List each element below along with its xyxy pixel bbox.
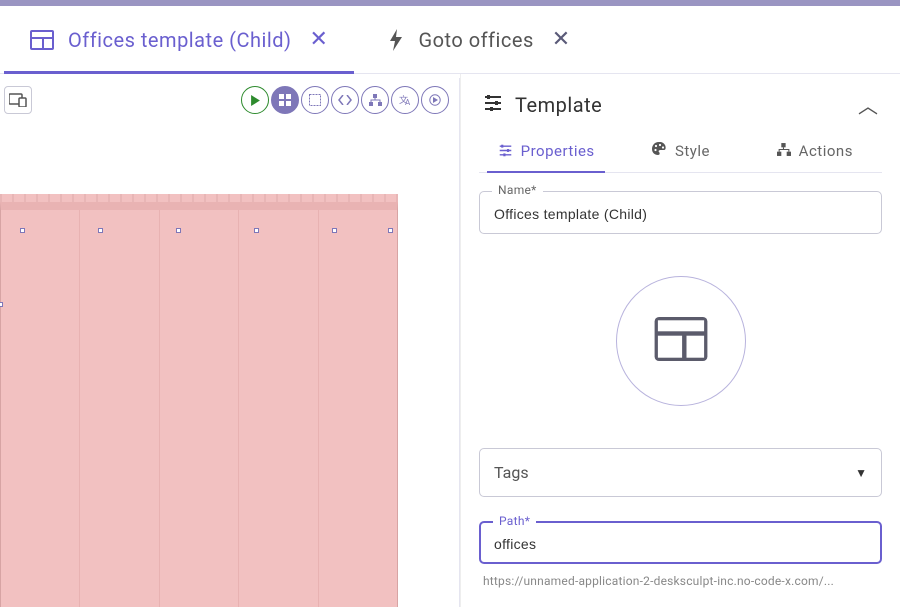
subtab-style[interactable]: Style bbox=[613, 133, 747, 172]
canvas-toolbar: 文A bbox=[241, 86, 449, 114]
name-input[interactable] bbox=[494, 206, 867, 222]
selected-container[interactable] bbox=[0, 202, 398, 607]
subtab-label: Actions bbox=[799, 142, 853, 160]
field-label: Name* bbox=[492, 183, 543, 197]
tune-icon bbox=[483, 94, 503, 116]
subtab-actions[interactable]: Actions bbox=[748, 133, 882, 172]
translate-button[interactable]: 文A bbox=[391, 86, 419, 114]
tags-label: Tags bbox=[494, 463, 529, 482]
tab-goto-offices[interactable]: Goto offices ✕ bbox=[358, 6, 600, 73]
panel-title: Template bbox=[515, 93, 846, 117]
path-input[interactable] bbox=[494, 536, 867, 552]
template-thumbnail[interactable] bbox=[616, 276, 746, 406]
name-field[interactable]: Name* bbox=[479, 191, 882, 234]
code-button[interactable] bbox=[331, 86, 359, 114]
forward-button[interactable] bbox=[421, 86, 449, 114]
grid-view-button[interactable] bbox=[271, 86, 299, 114]
palette-icon bbox=[651, 141, 667, 160]
tab-label: Goto offices bbox=[418, 28, 533, 52]
close-icon[interactable]: ✕ bbox=[306, 29, 333, 51]
panel-subtabs: Properties Style Actions bbox=[479, 133, 882, 173]
close-icon[interactable]: ✕ bbox=[548, 29, 575, 51]
path-url-hint: https://unnamed-application-2-desksculpt… bbox=[483, 574, 882, 588]
tags-field[interactable]: Tags ▼ bbox=[479, 448, 882, 497]
properties-panel: Template ︿ Properties Style Actions bbox=[460, 74, 900, 607]
actions-icon bbox=[777, 142, 791, 160]
responsive-preview-button[interactable] bbox=[4, 86, 32, 114]
hierarchy-button[interactable] bbox=[361, 86, 389, 114]
bounds-button[interactable] bbox=[301, 86, 329, 114]
subtab-label: Style bbox=[675, 142, 710, 160]
field-label: Path* bbox=[493, 514, 536, 528]
chevron-up-icon[interactable]: ︿ bbox=[858, 90, 878, 119]
template-icon bbox=[30, 30, 54, 50]
subtab-properties[interactable]: Properties bbox=[479, 133, 613, 172]
svg-text:A: A bbox=[405, 98, 411, 106]
document-tabs: Offices template (Child) ✕ Goto offices … bbox=[0, 6, 900, 74]
run-button[interactable] bbox=[241, 86, 269, 114]
design-canvas[interactable]: 文A bbox=[0, 78, 460, 607]
panel-header[interactable]: Template ︿ bbox=[479, 74, 882, 129]
subtab-label: Properties bbox=[521, 142, 595, 160]
bolt-icon bbox=[388, 29, 404, 51]
chevron-down-icon[interactable]: ▼ bbox=[855, 466, 867, 480]
path-field[interactable]: Path* bbox=[479, 521, 882, 564]
tab-offices-template[interactable]: Offices template (Child) ✕ bbox=[0, 6, 358, 73]
template-icon bbox=[654, 317, 708, 365]
tab-label: Offices template (Child) bbox=[68, 28, 292, 52]
